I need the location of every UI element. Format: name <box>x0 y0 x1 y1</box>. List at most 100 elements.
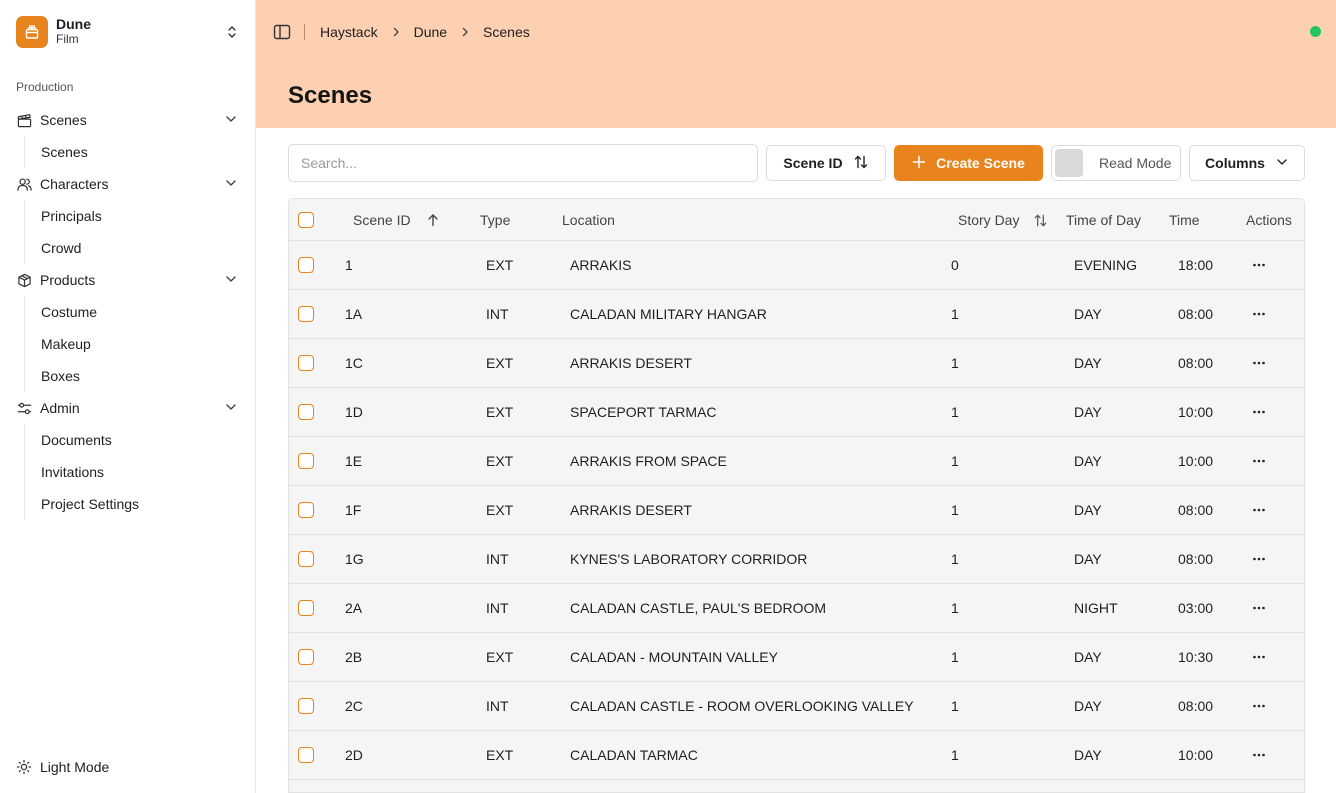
create-scene-button[interactable]: Create Scene <box>894 145 1043 181</box>
cell-location: CALADAN CASTLE - ROOM OVERLOOKING VALLEY <box>570 698 914 714</box>
table-row[interactable]: 1A INT CALADAN MILITARY HANGAR 1 DAY 08:00 <box>289 290 1304 339</box>
sidebar-item-scenes[interactable]: Scenes <box>16 104 240 136</box>
cell-story-day: 1 <box>951 551 959 567</box>
nav-sub-scenes: Scenes <box>24 136 240 168</box>
cell-type: EXT <box>486 747 514 763</box>
sort-arrows-icon <box>853 154 869 173</box>
nav-sub-characters: Principals Crowd <box>24 200 240 264</box>
sidebar-item-products[interactable]: Products <box>16 264 240 296</box>
row-actions-cell <box>1252 339 1266 387</box>
chevron-down-icon[interactable] <box>224 176 238 193</box>
group-label-production: Production <box>16 80 74 94</box>
cell-type: INT <box>486 600 509 616</box>
table-row[interactable]: 1E EXT ARRAKIS FROM SPACE 1 DAY 10:00 <box>289 437 1304 486</box>
table-row[interactable]: 1G INT KYNES'S LABORATORY CORRIDOR 1 DAY 08:0… <box>289 535 1304 584</box>
chevron-down-icon[interactable] <box>224 272 238 289</box>
row-checkbox[interactable] <box>298 698 314 714</box>
users-icon <box>16 176 32 192</box>
sidebar-subitem-principals[interactable]: Principals <box>41 200 240 232</box>
package-icon <box>16 272 32 288</box>
table-row[interactable]: 1 EXT ARRAKIS 0 EVENING 18:00 <box>289 241 1304 290</box>
chevron-down-icon[interactable] <box>224 400 238 417</box>
project-type: Film <box>56 32 79 46</box>
more-horizontal-icon[interactable] <box>1252 748 1266 762</box>
breadcrumb-dune[interactable]: Dune <box>414 24 447 40</box>
row-checkbox[interactable] <box>298 551 314 567</box>
table-row[interactable]: 1D EXT SPACEPORT TARMAC 1 DAY 10:00 <box>289 388 1304 437</box>
more-horizontal-icon[interactable] <box>1252 307 1266 321</box>
cell-location: ARRAKIS FROM SPACE <box>570 453 727 469</box>
sort-button[interactable]: Scene ID <box>766 145 886 181</box>
row-select-cell <box>298 682 314 730</box>
sidebar-toggle-icon[interactable] <box>272 22 292 42</box>
more-horizontal-icon[interactable] <box>1252 503 1266 517</box>
sidebar-subitem-project-settings[interactable]: Project Settings <box>41 488 240 520</box>
more-horizontal-icon[interactable] <box>1252 601 1266 615</box>
cell-type: INT <box>486 698 509 714</box>
row-select-cell <box>298 486 314 534</box>
breadcrumb-haystack[interactable]: Haystack <box>320 24 378 40</box>
sidebar-subitem-invitations[interactable]: Invitations <box>41 456 240 488</box>
more-horizontal-icon[interactable] <box>1252 552 1266 566</box>
sidebar-item-characters[interactable]: Characters <box>16 168 240 200</box>
header-type[interactable]: Type <box>480 199 510 241</box>
read-mode-toggle[interactable]: Read Mode <box>1051 145 1181 181</box>
header-story-day[interactable]: Story Day <box>958 199 1048 241</box>
row-checkbox[interactable] <box>298 404 314 420</box>
search-input[interactable] <box>288 144 758 182</box>
sidebar-subitem-crowd[interactable]: Crowd <box>41 232 240 264</box>
sidebar-nav: Scenes Scenes Characters Principals Crow… <box>16 104 240 520</box>
row-checkbox[interactable] <box>298 649 314 665</box>
project-switcher[interactable]: Dune Film <box>16 16 240 48</box>
page-header: Haystack Dune Scenes Scenes <box>256 0 1336 128</box>
more-horizontal-icon[interactable] <box>1252 454 1266 468</box>
cell-story-day: 1 <box>951 747 959 763</box>
sidebar-subitem-makeup[interactable]: Makeup <box>41 328 240 360</box>
more-horizontal-icon[interactable] <box>1252 356 1266 370</box>
cell-time: 08:00 <box>1178 306 1214 322</box>
header-scene-id-label: Scene ID <box>353 212 411 228</box>
sidebar-item-admin[interactable]: Admin <box>16 392 240 424</box>
sidebar-subitem-costume[interactable]: Costume <box>41 296 240 328</box>
table-row[interactable]: 1F EXT ARRAKIS DESERT 1 DAY 08:00 <box>289 486 1304 535</box>
row-checkbox[interactable] <box>298 747 314 763</box>
more-horizontal-icon[interactable] <box>1252 405 1266 419</box>
table-row[interactable]: 2B EXT CALADAN - MOUNTAIN VALLEY 1 DAY 10:30 <box>289 633 1304 682</box>
header-time[interactable]: Time <box>1169 199 1200 241</box>
cell-time-of-day: DAY <box>1074 453 1102 469</box>
more-horizontal-icon[interactable] <box>1252 258 1266 272</box>
row-checkbox[interactable] <box>298 306 314 322</box>
clapperboard-icon <box>16 112 32 128</box>
table-row[interactable]: 2C INT CALADAN CASTLE - ROOM OVERLOOKING V… <box>289 682 1304 731</box>
cell-time: 08:00 <box>1178 698 1214 714</box>
row-actions-cell <box>1252 241 1266 289</box>
header-scene-id[interactable]: Scene ID <box>353 199 439 241</box>
row-checkbox[interactable] <box>298 502 314 518</box>
row-checkbox[interactable] <box>298 453 314 469</box>
read-mode-switch[interactable] <box>1055 149 1083 177</box>
table-row[interactable]: 2D EXT CALADAN TARMAC 1 DAY 10:00 <box>289 731 1304 780</box>
chevron-right-icon <box>390 26 402 38</box>
chevron-down-icon[interactable] <box>224 112 238 129</box>
sidebar-subitem-scenes[interactable]: Scenes <box>41 136 240 168</box>
table-row[interactable]: 2A INT CALADAN CASTLE, PAUL'S BEDROOM 1 NIGH… <box>289 584 1304 633</box>
cell-location: ARRAKIS DESERT <box>570 355 692 371</box>
sidebar-subitem-boxes[interactable]: Boxes <box>41 360 240 392</box>
row-checkbox[interactable] <box>298 257 314 273</box>
sidebar-subitem-documents[interactable]: Documents <box>41 424 240 456</box>
nav-section-admin: Admin Documents Invitations Project Sett… <box>16 392 240 520</box>
breadcrumb-scenes: Scenes <box>483 24 530 40</box>
page-title: Scenes <box>288 82 373 109</box>
theme-toggle-button[interactable]: Light Mode <box>16 754 109 780</box>
more-horizontal-icon[interactable] <box>1252 650 1266 664</box>
table-row[interactable]: 1C EXT ARRAKIS DESERT 1 DAY 08:00 <box>289 339 1304 388</box>
header-location[interactable]: Location <box>562 199 615 241</box>
row-checkbox[interactable] <box>298 600 314 616</box>
more-horizontal-icon[interactable] <box>1252 699 1266 713</box>
row-checkbox[interactable] <box>298 355 314 371</box>
row-actions-cell <box>1252 731 1266 779</box>
select-all-checkbox[interactable] <box>298 212 314 228</box>
row-actions-cell <box>1252 437 1266 485</box>
header-time-of-day[interactable]: Time of Day <box>1066 199 1141 241</box>
columns-button[interactable]: Columns <box>1189 145 1305 181</box>
